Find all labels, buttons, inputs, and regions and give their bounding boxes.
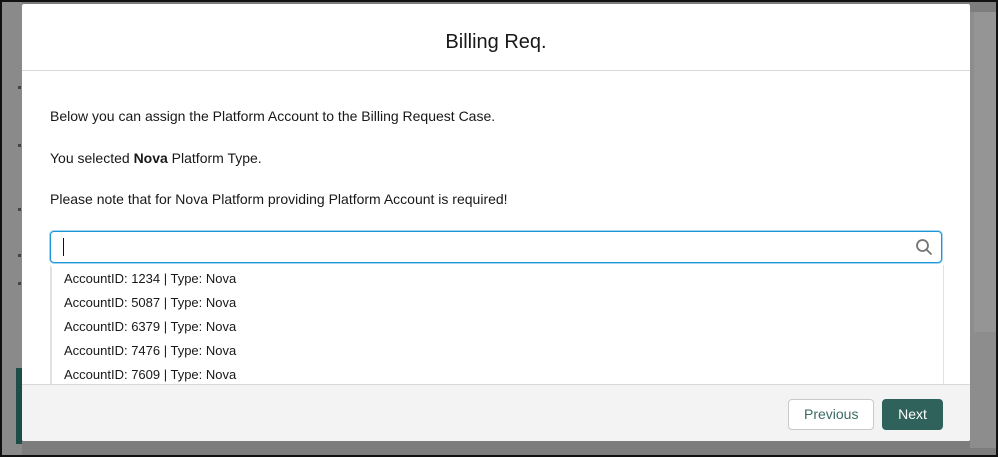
modal-footer: Previous Next xyxy=(22,384,970,441)
background-page-left xyxy=(2,2,22,455)
background-mark xyxy=(18,208,21,211)
modal-title: Billing Req. xyxy=(445,30,547,53)
selected-platform-type: Nova xyxy=(133,150,168,166)
screen-frame: Billing Req. Below you can assign the Pl… xyxy=(0,0,998,457)
list-item[interactable]: AccountID: 7609 | Type: Nova xyxy=(51,363,943,385)
account-search-input[interactable] xyxy=(50,231,942,263)
background-mark xyxy=(18,254,21,257)
text-cursor xyxy=(63,238,64,256)
selected-platform-text: You selected Nova Platform Type. xyxy=(50,150,262,166)
account-results-list[interactable]: AccountID: 1234 | Type: Nova AccountID: … xyxy=(50,265,944,386)
background-mark xyxy=(18,86,21,89)
background-mark xyxy=(18,144,21,147)
background-panel xyxy=(974,12,996,332)
next-button[interactable]: Next xyxy=(882,399,943,430)
modal-header: Billing Req. xyxy=(22,4,970,71)
list-item[interactable]: AccountID: 6379 | Type: Nova xyxy=(51,315,943,339)
search-icon[interactable] xyxy=(915,238,933,256)
list-item[interactable]: AccountID: 1234 | Type: Nova xyxy=(51,267,943,291)
billing-request-modal: Billing Req. Below you can assign the Pl… xyxy=(22,4,970,441)
selected-platform-suffix: Platform Type. xyxy=(167,150,262,166)
previous-button[interactable]: Previous xyxy=(788,399,874,430)
list-item[interactable]: AccountID: 5087 | Type: Nova xyxy=(51,291,943,315)
selected-platform-prefix: You selected xyxy=(50,150,134,166)
list-item[interactable]: AccountID: 7476 | Type: Nova xyxy=(51,339,943,363)
instruction-text: Below you can assign the Platform Accoun… xyxy=(50,108,496,124)
background-mark xyxy=(18,282,21,285)
background-page-right xyxy=(970,12,996,448)
requirement-note: Please note that for Nova Platform provi… xyxy=(50,191,508,207)
